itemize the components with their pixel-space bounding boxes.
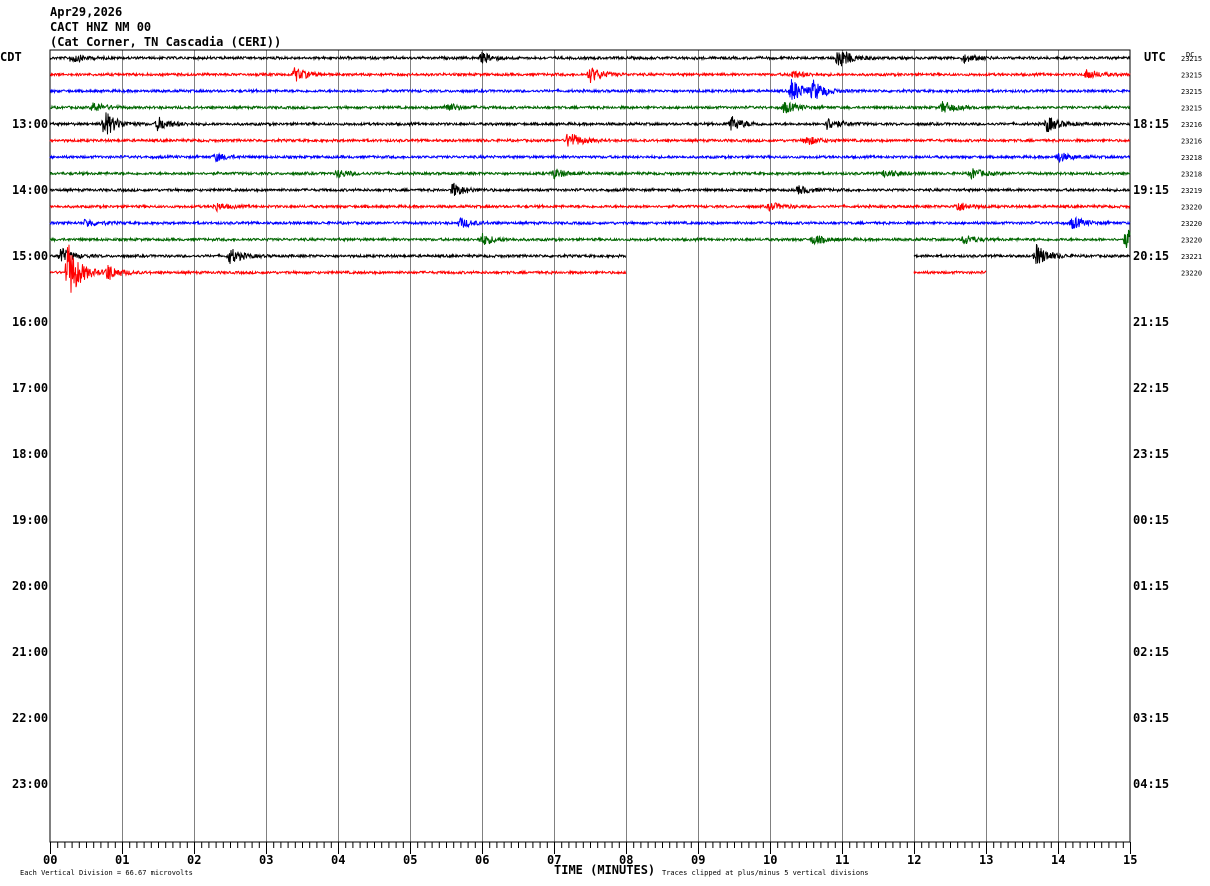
dc-offset-label: 23215 — [1181, 105, 1202, 113]
right-hour-label: 18:15 — [1133, 117, 1169, 131]
left-hour-label: 22:00 — [12, 711, 48, 725]
x-tick-label: 11 — [835, 853, 849, 867]
trace-row-13 — [49, 244, 987, 293]
x-tick-label: 14 — [1051, 853, 1065, 867]
dc-offset-label: 23219 — [1181, 187, 1202, 195]
left-timezone-label: CDT — [0, 50, 22, 64]
trace-row-9 — [49, 202, 1131, 213]
left-hour-label: 16:00 — [12, 315, 48, 329]
x-tick-label: 15 — [1123, 853, 1137, 867]
trace-row-8 — [49, 182, 1131, 196]
right-hour-label: 04:15 — [1133, 777, 1169, 791]
dc-offset-label: 23218 — [1181, 154, 1202, 162]
trace-row-5 — [49, 133, 1131, 147]
right-hour-label: 03:15 — [1133, 711, 1169, 725]
trace-row-4 — [49, 112, 1131, 135]
grid-lines — [122, 50, 1059, 842]
left-hour-label: 20:00 — [12, 579, 48, 593]
right-hour-label: 01:15 — [1133, 579, 1169, 593]
trace-row-7 — [49, 168, 1131, 181]
dc-offset-label: 23218 — [1181, 171, 1202, 179]
right-hour-label: 20:15 — [1133, 249, 1169, 263]
trace-row-3 — [49, 101, 1131, 114]
right-timezone-label: UTC — [1144, 50, 1166, 64]
left-hour-label: 23:00 — [12, 777, 48, 791]
trace-row-11 — [49, 229, 1131, 249]
trace-row-1 — [49, 67, 1131, 84]
left-hour-label: 14:00 — [12, 183, 48, 197]
right-hour-label: 00:15 — [1133, 513, 1169, 527]
dc-offset-label: 23220 — [1181, 237, 1202, 245]
left-hour-label: 17:00 — [12, 381, 48, 395]
dc-offset-label: 23220 — [1181, 270, 1202, 278]
x-tick-label: 05 — [403, 853, 417, 867]
dc-offset-label: 23216 — [1181, 138, 1202, 146]
left-hour-label: 21:00 — [12, 645, 48, 659]
clip-note: Traces clipped at plus/minus 5 vertical … — [662, 869, 869, 877]
x-tick-label: 06 — [475, 853, 489, 867]
right-hour-label: 23:15 — [1133, 447, 1169, 461]
trace-row-10 — [49, 216, 1131, 230]
x-tick-label: 09 — [691, 853, 705, 867]
x-axis-title: TIME (MINUTES) — [554, 863, 655, 877]
dc-offset-label: 23216 — [1181, 121, 1202, 129]
dc-offset-label: 23215 — [1181, 88, 1202, 96]
dc-offset-label: 23220 — [1181, 220, 1202, 228]
dc-offset-label: 23220 — [1181, 204, 1202, 212]
seismogram-chart: 13:00 14:00 15:00 16:00 17:00 18:00 19:00 20:00… — [0, 49, 1202, 877]
time-labels: 13:00 14:00 15:00 16:00 17:00 18:00 19:00 20:00… — [12, 55, 1202, 791]
x-tick-label: 03 — [259, 853, 273, 867]
dc-offset-label: 23221 — [1181, 253, 1202, 261]
right-hour-label: 21:15 — [1133, 315, 1169, 329]
left-hour-label: 15:00 — [12, 249, 48, 263]
x-tick-label: 13 — [979, 853, 993, 867]
right-hour-label: 02:15 — [1133, 645, 1169, 659]
x-tick-label: 02 — [187, 853, 201, 867]
vertical-division-note: Each Vertical Division = 66.67 microvolt… — [20, 869, 193, 877]
trace-row-6 — [49, 152, 1131, 164]
left-hour-label: 13:00 — [12, 117, 48, 131]
trace-row-12 — [49, 243, 1131, 264]
right-hour-label: 19:15 — [1133, 183, 1169, 197]
dc-offset-label: 23215 — [1181, 72, 1202, 80]
trace-row-0 — [49, 51, 1131, 67]
x-tick-label: 04 — [331, 853, 345, 867]
dc-header-label: DC — [1186, 51, 1194, 59]
left-hour-label: 18:00 — [12, 447, 48, 461]
x-tick-label: 01 — [115, 853, 129, 867]
left-hour-label: 19:00 — [12, 513, 48, 527]
x-tick-label: 10 — [763, 853, 777, 867]
plot-frame — [49, 49, 1131, 843]
x-tick-label: 12 — [907, 853, 921, 867]
x-tick-label: 00 — [43, 853, 57, 867]
trace-group — [49, 51, 1131, 293]
right-hour-label: 22:15 — [1133, 381, 1169, 395]
